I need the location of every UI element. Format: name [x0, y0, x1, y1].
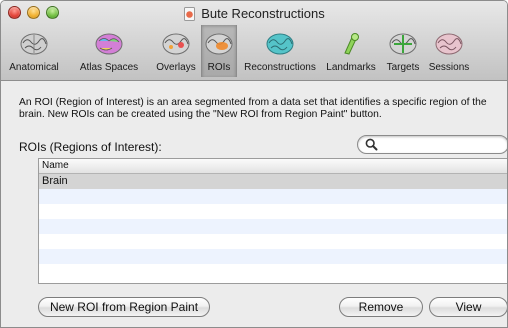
overlays-brain-icon: [162, 33, 190, 55]
search-field[interactable]: [357, 135, 507, 154]
toolbar-item-landmarks[interactable]: Landmarks: [323, 25, 379, 77]
toolbar: Anatomical Atlas Spaces Overlays ROIs Re…: [1, 25, 507, 77]
new-roi-button[interactable]: New ROI from Region Paint: [38, 297, 210, 317]
roi-table: Name Brain: [38, 158, 507, 284]
window-header: Bute Reconstructions Anatomical Atlas Sp…: [1, 1, 507, 81]
empty-row: [39, 249, 507, 264]
toolbar-label: ROIs: [207, 62, 231, 73]
sessions-brain-icon: [435, 33, 463, 55]
toolbar-label: Landmarks: [326, 62, 376, 73]
landmark-pin-icon: [344, 33, 359, 55]
toolbar-item-atlas-spaces[interactable]: Atlas Spaces: [71, 25, 147, 77]
empty-row: [39, 189, 507, 204]
search-input[interactable]: [380, 137, 500, 152]
document-icon: [184, 6, 196, 21]
anatomical-brain-icon: [20, 33, 48, 55]
view-button[interactable]: View: [429, 297, 507, 317]
toolbar-item-overlays[interactable]: Overlays: [151, 25, 201, 77]
toolbar-label: Targets: [386, 62, 420, 73]
toolbar-item-rois[interactable]: ROIs: [201, 25, 237, 77]
table-row[interactable]: Brain: [39, 174, 507, 189]
table-header-name[interactable]: Name: [39, 159, 507, 174]
empty-row: [39, 219, 507, 234]
window-title: Bute Reconstructions: [1, 6, 507, 21]
roi-brain-icon: [205, 33, 233, 55]
toolbar-label: Reconstructions: [244, 62, 316, 73]
remove-button[interactable]: Remove: [339, 297, 423, 317]
empty-row: [39, 204, 507, 219]
roi-description: An ROI (Region of Interest) is an area s…: [19, 97, 487, 120]
toolbar-label: Sessions: [428, 62, 470, 73]
rois-section-label: ROIs (Regions of Interest):: [19, 140, 162, 154]
empty-row: [39, 264, 507, 279]
empty-row: [39, 234, 507, 249]
toolbar-item-anatomical[interactable]: Anatomical: [1, 25, 67, 77]
toolbar-item-targets[interactable]: Targets: [381, 25, 425, 77]
main-window: Bute Reconstructions Anatomical Atlas Sp…: [0, 0, 508, 328]
toolbar-label: Overlays: [156, 62, 196, 73]
targets-brain-icon: [389, 33, 417, 55]
search-icon: [365, 138, 378, 151]
toolbar-item-reconstructions[interactable]: Reconstructions: [239, 25, 321, 77]
toolbar-item-sessions[interactable]: Sessions: [425, 25, 473, 77]
window-title-text: Bute Reconstructions: [201, 6, 325, 21]
toolbar-label: Atlas Spaces: [79, 62, 139, 73]
reconstruction-brain-icon: [266, 33, 294, 55]
atlas-brain-icon: [95, 33, 123, 55]
toolbar-label: Anatomical: [9, 62, 59, 73]
